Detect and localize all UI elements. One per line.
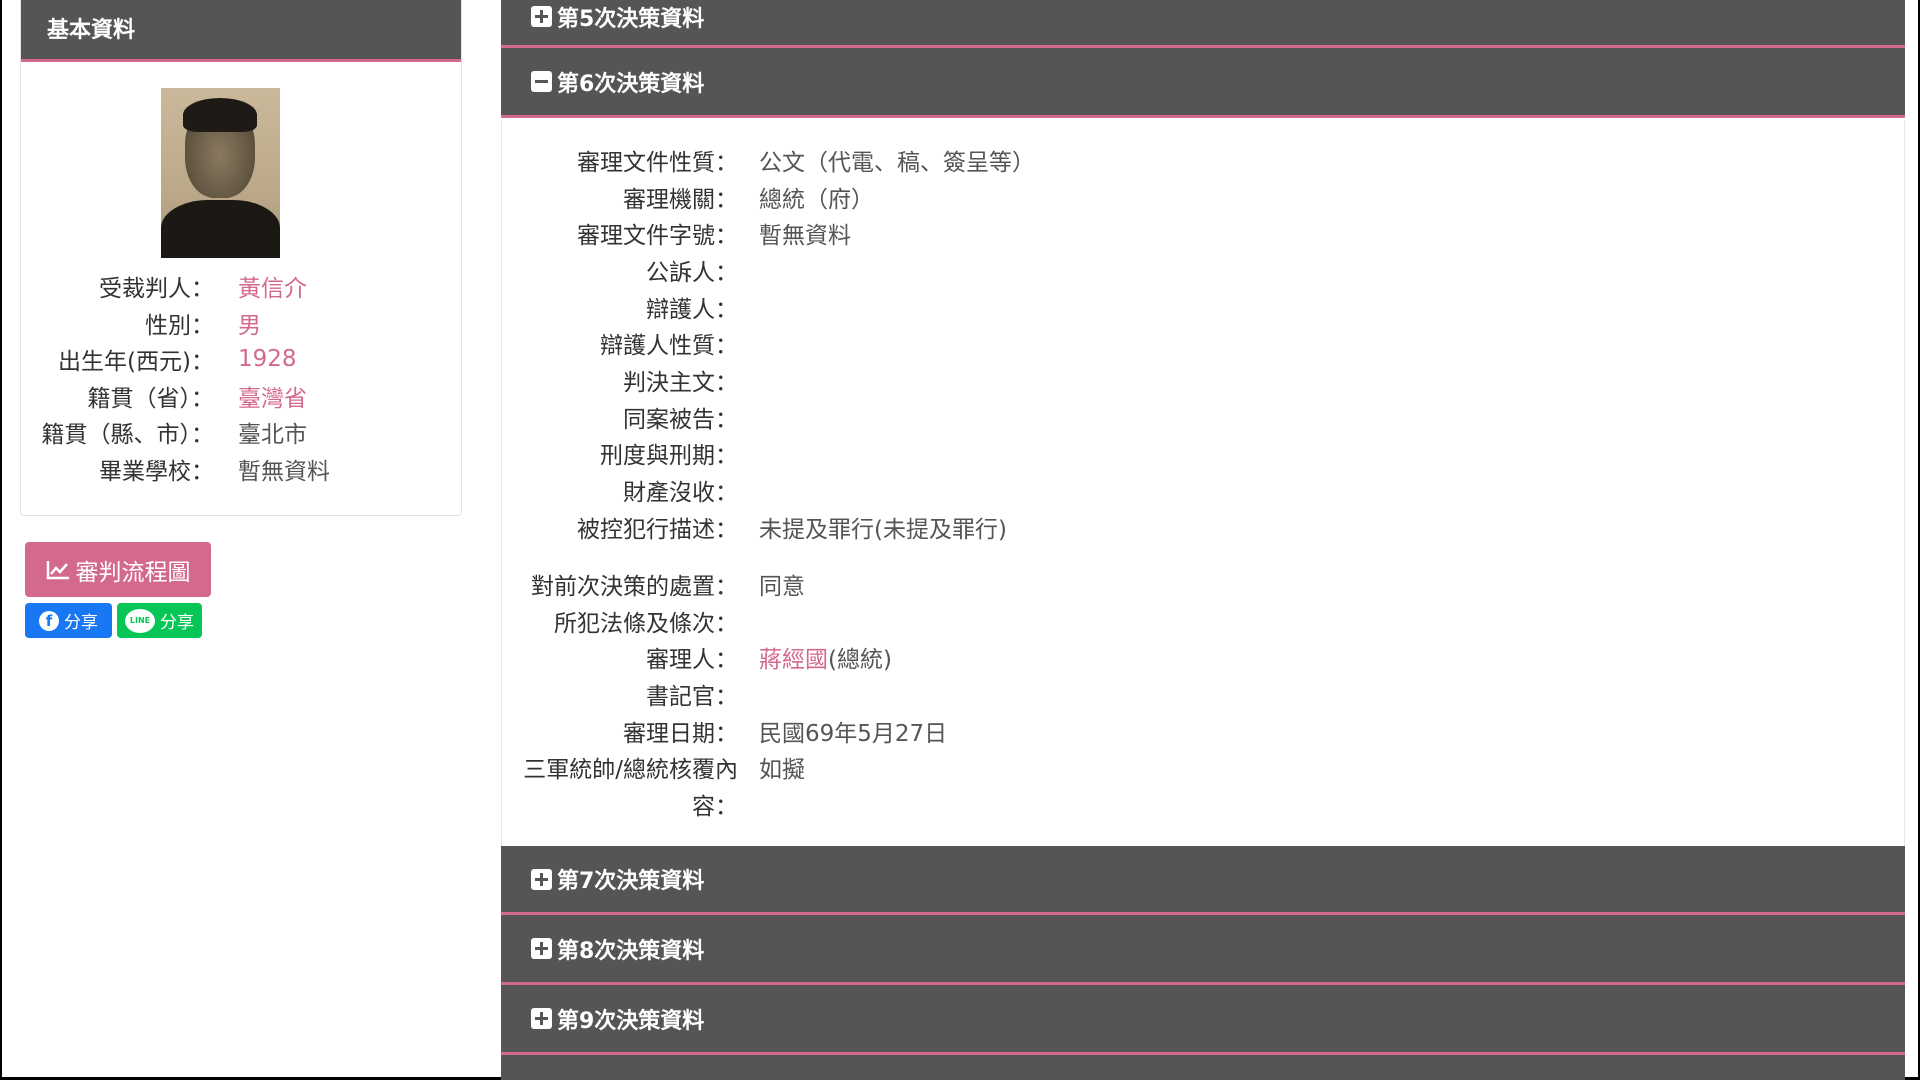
plus-square-icon — [531, 868, 552, 890]
section-header-6[interactable]: 第6次決策資料 — [501, 48, 1905, 118]
info-label: 性別： — [145, 312, 214, 339]
detail-row: 財產沒收： — [501, 473, 1905, 507]
section-title: 第6次決策資料 — [557, 71, 705, 97]
info-row-defendant: 受裁判人： 黃信介 — [2, 268, 442, 305]
detail-value: 民國69年5月27日 — [759, 721, 948, 747]
detail-value: 公文（代電、稿、簽呈等） — [759, 150, 1035, 176]
trial-flowchart-button[interactable]: 審判流程圖 — [25, 542, 211, 597]
detail-value: 未提及罪行(未提及罪行) — [759, 517, 1007, 543]
detail-label: 判決主文： — [623, 370, 738, 396]
basic-info-list: 受裁判人： 黃信介 性別： 男 出生年(西元)： 1928 籍貫（省）： 臺灣省… — [2, 268, 442, 487]
detail-label: 審理日期： — [623, 721, 738, 747]
line-share-button[interactable]: LINE 分享 — [117, 603, 202, 638]
plus-square-icon — [531, 1008, 552, 1029]
section-title: 第8次決策資料 — [557, 938, 705, 964]
defendant-portrait — [161, 88, 280, 258]
detail-value: 如擬 — [759, 757, 805, 783]
info-row-city: 籍貫（縣、市）： 臺北市 — [2, 414, 442, 451]
detail-row: 審理文件性質： 公文（代電、稿、簽呈等） — [501, 143, 1905, 177]
section-header-7[interactable]: 第7次決策資料 — [501, 846, 1905, 915]
detail-value-link[interactable]: 總統（府） — [759, 180, 874, 214]
detail-row: 審理文件字號： 暫無資料 — [501, 216, 1905, 250]
detail-row: 被控犯行描述： 未提及罪行(未提及罪行) — [501, 510, 1905, 544]
section-title: 第7次決策資料 — [557, 869, 705, 894]
window-frame-left — [0, 0, 2, 1080]
detail-label: 公訴人： — [646, 260, 738, 286]
detail-label: 審理機關： — [623, 187, 738, 213]
detail-row: 審理機關： 總統（府） — [501, 180, 1905, 214]
info-label: 受裁判人： — [99, 276, 214, 303]
info-row-birth-year: 出生年(西元)： 1928 — [2, 341, 442, 378]
info-label: 籍貫（縣、市）： — [41, 422, 215, 449]
trial-flowchart-label: 審判流程圖 — [75, 559, 191, 586]
facebook-share-button[interactable]: f 分享 — [25, 603, 112, 638]
info-label: 籍貫（省）： — [87, 385, 215, 412]
plus-square-icon — [531, 938, 552, 959]
section-header-5[interactable]: 第5次決策資料 — [501, 0, 1905, 48]
detail-row: 刑度與刑期： — [501, 436, 1905, 470]
detail-row: 審理日期： 民國69年5月27日 — [501, 714, 1905, 748]
info-row-school: 畢業學校： 暫無資料 — [2, 451, 442, 488]
section-title: 第9次決策資料 — [557, 1008, 705, 1034]
detail-value: 同意 — [759, 574, 805, 600]
section-header-next[interactable] — [501, 1055, 1905, 1080]
minus-square-icon — [531, 71, 552, 92]
plus-square-icon — [531, 6, 552, 27]
info-label: 出生年(西元)： — [58, 349, 214, 376]
detail-row: 同案被告： — [501, 400, 1905, 434]
detail-label: 刑度與刑期： — [600, 443, 738, 469]
detail-value: 蔣經國(總統) — [759, 640, 892, 674]
detail-label: 審理文件性質： — [577, 150, 738, 176]
detail-label: 三軍統帥/總統核覆內 — [523, 757, 738, 783]
portrait-hair — [183, 98, 257, 132]
detail-row: 辯護人性質： — [501, 326, 1905, 360]
basic-info-header: 基本資料 — [21, 0, 461, 62]
province-link[interactable]: 臺灣省 — [220, 379, 307, 413]
detail-label: 被控犯行描述： — [577, 517, 738, 543]
detail-row: 審理人： 蔣經國(總統) — [501, 640, 1905, 674]
portrait-jacket — [161, 200, 280, 258]
section-header-9[interactable]: 第9次決策資料 — [501, 985, 1905, 1055]
school-value: 暫無資料 — [238, 458, 330, 485]
detail-label: 對前次決策的處置： — [531, 574, 738, 600]
detail-label-continued: 容： — [692, 794, 738, 820]
city-value: 臺北市 — [238, 422, 307, 449]
section-header-8[interactable]: 第8次決策資料 — [501, 915, 1905, 985]
line-chart-icon — [46, 560, 69, 579]
defendant-name-link[interactable]: 黃信介 — [220, 269, 307, 303]
birth-year-link[interactable]: 1928 — [220, 346, 297, 372]
detail-row: 公訴人： — [501, 253, 1905, 287]
detail-value: 暫無資料 — [759, 223, 851, 249]
detail-label: 審理人： — [646, 647, 738, 673]
detail-label: 辯護人性質： — [600, 333, 738, 359]
info-row-gender: 性別： 男 — [2, 305, 442, 342]
info-label: 畢業學校： — [99, 458, 214, 485]
detail-label: 財產沒收： — [623, 480, 738, 506]
detail-row: 對前次決策的處置： 同意 — [501, 567, 1905, 601]
detail-row: 判決主文： — [501, 363, 1905, 397]
detail-label: 辯護人： — [646, 297, 738, 323]
detail-label: 審理文件字號： — [577, 223, 738, 249]
line-icon: LINE — [125, 608, 155, 633]
facebook-icon: f — [39, 610, 59, 631]
detail-row: 三軍統帥/總統核覆內容： 如擬 — [501, 750, 1905, 820]
reviewer-link[interactable]: 蔣經國 — [759, 647, 828, 673]
facebook-share-label: 分享 — [64, 613, 98, 633]
line-share-label: 分享 — [160, 613, 194, 633]
gender-link[interactable]: 男 — [220, 306, 261, 340]
detail-label: 同案被告： — [623, 407, 738, 433]
detail-label: 所犯法條及條次： — [554, 611, 738, 637]
info-row-province: 籍貫（省）： 臺灣省 — [2, 378, 442, 415]
detail-label: 書記官： — [646, 684, 738, 710]
section-title: 第5次決策資料 — [557, 6, 705, 32]
reviewer-title: (總統) — [828, 647, 892, 673]
detail-row: 辯護人： — [501, 290, 1905, 324]
detail-row: 所犯法條及條次： — [501, 604, 1905, 638]
detail-row: 書記官： — [501, 677, 1905, 711]
